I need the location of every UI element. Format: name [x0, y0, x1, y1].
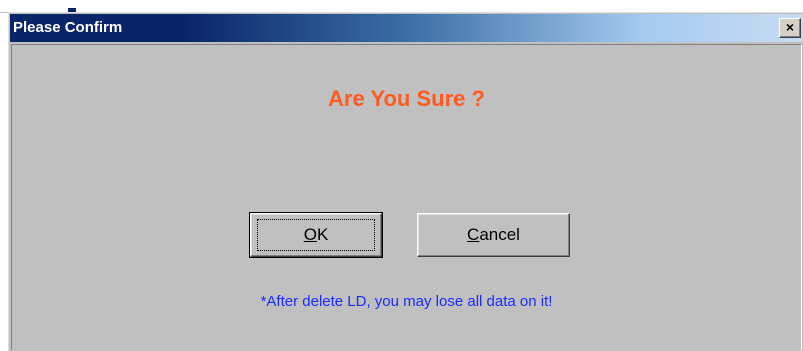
cancel-mnemonic: C — [467, 225, 480, 244]
background-window-strip — [0, 0, 803, 13]
cancel-button-label: Cancel — [467, 225, 520, 244]
dialog-title: Please Confirm — [13, 19, 123, 36]
dialog-body: Are You Sure ? OK Cancel *After delete L… — [11, 44, 802, 350]
cancel-label-rest: ancel — [479, 225, 520, 244]
warning-note: *After delete LD, you may lose all data … — [260, 293, 553, 310]
ok-button[interactable]: OK — [249, 212, 383, 258]
confirm-question: Are You Sure ? — [328, 86, 485, 111]
ok-mnemonic: O — [303, 225, 317, 244]
ok-button-label: OK — [304, 225, 329, 244]
close-icon: × — [785, 19, 795, 35]
cancel-button[interactable]: Cancel — [417, 213, 570, 257]
confirm-dialog: Please Confirm × Are You Sure ? OK Cance… — [8, 12, 803, 351]
ok-label-rest: K — [316, 225, 329, 244]
close-button[interactable]: × — [779, 18, 801, 38]
dialog-titlebar[interactable]: Please Confirm × — [10, 14, 803, 42]
